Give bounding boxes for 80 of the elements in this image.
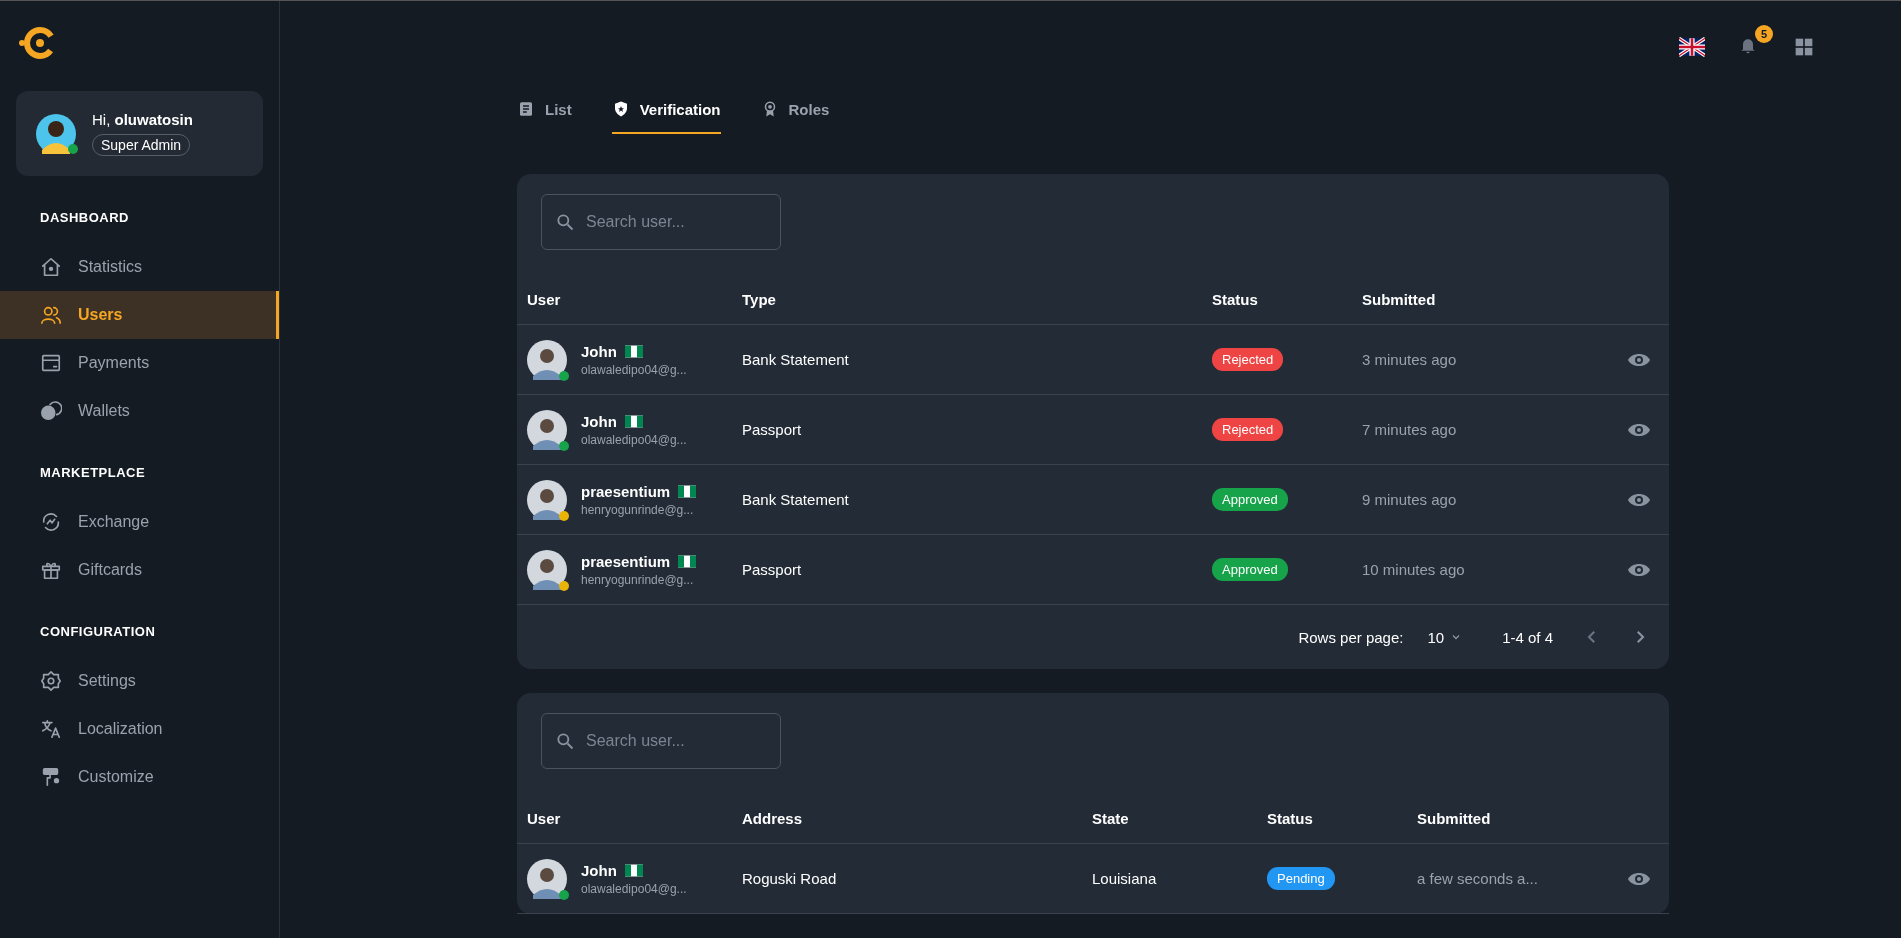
sidebar-item[interactable]: Localization bbox=[0, 705, 279, 753]
notification-badge: 5 bbox=[1755, 24, 1773, 43]
table-cell-text: Roguski Road bbox=[742, 870, 838, 887]
tab[interactable]: Verification bbox=[611, 100, 721, 134]
user-email: henryogunrinde@g... bbox=[581, 502, 695, 517]
column-header: Address bbox=[742, 809, 804, 827]
user-name: John bbox=[581, 412, 617, 430]
gear-icon bbox=[40, 670, 62, 692]
table-cell-text: Bank Statement bbox=[742, 491, 850, 508]
flag-icon bbox=[678, 484, 697, 498]
flag-icon bbox=[624, 344, 643, 358]
section-heading: MARKETPLACE bbox=[40, 464, 147, 482]
table-cell-text: Passport bbox=[742, 421, 803, 438]
search-icon bbox=[555, 731, 575, 751]
submitted-time: 7 minutes ago bbox=[1362, 421, 1458, 438]
column-header: Status bbox=[1212, 290, 1259, 308]
status-badge: Approved bbox=[1212, 558, 1288, 581]
sidebar-item[interactable]: Settings bbox=[0, 657, 279, 705]
submitted-time: a few seconds a... bbox=[1417, 870, 1539, 887]
status-badge: Approved bbox=[1212, 488, 1288, 511]
sidebar-item[interactable]: Payments bbox=[0, 339, 279, 387]
column-header: Submitted bbox=[1417, 809, 1492, 827]
column-header: State bbox=[1092, 809, 1130, 827]
document-icon bbox=[517, 100, 535, 118]
greeting-text: Hi, oluwatosin bbox=[92, 111, 193, 128]
flag-icon[interactable] bbox=[1679, 36, 1705, 57]
exchange-icon bbox=[40, 511, 62, 533]
sidebar-item[interactable]: Users bbox=[0, 291, 279, 339]
submitted-time: 9 minutes ago bbox=[1362, 491, 1458, 508]
column-header: User bbox=[527, 809, 562, 827]
user-email: olawaledipo04@g... bbox=[581, 881, 687, 896]
avatar-icon bbox=[527, 549, 567, 590]
search-icon bbox=[555, 212, 575, 232]
user-email: olawaledipo04@g... bbox=[581, 362, 687, 377]
tab[interactable]: Roles bbox=[760, 100, 830, 134]
column-header: Status bbox=[1267, 809, 1314, 827]
sidebar-item[interactable]: Exchange bbox=[0, 498, 279, 546]
flag-icon bbox=[624, 414, 643, 428]
avatar-icon bbox=[36, 113, 76, 154]
tab[interactable]: List bbox=[517, 100, 572, 134]
submitted-time: 10 minutes ago bbox=[1362, 561, 1466, 578]
column-header: Submitted bbox=[1362, 290, 1437, 308]
submitted-time: 3 minutes ago bbox=[1362, 351, 1458, 368]
sidebar-item[interactable]: Customize bbox=[0, 753, 279, 801]
table-cell-text: Louisiana bbox=[1092, 870, 1158, 887]
user-email: henryogunrinde@g... bbox=[581, 572, 695, 587]
home-icon bbox=[40, 256, 62, 278]
flag-icon bbox=[678, 554, 697, 568]
search-field[interactable]: Search user... bbox=[541, 713, 781, 769]
sidebar-item[interactable]: Wallets bbox=[0, 387, 279, 435]
translate-icon bbox=[40, 718, 62, 740]
status-badge: Rejected bbox=[1212, 348, 1284, 371]
user-name: praesentium bbox=[581, 482, 671, 500]
user-email: olawaledipo04@g... bbox=[581, 432, 687, 447]
search-field[interactable]: Search user... bbox=[541, 194, 781, 250]
status-badge: Pending bbox=[1267, 867, 1335, 890]
users-icon bbox=[40, 304, 62, 326]
sidebar-item[interactable]: Giftcards bbox=[0, 546, 279, 594]
section-heading: DASHBOARD bbox=[40, 209, 130, 227]
coins-icon bbox=[40, 400, 62, 422]
user-name: praesentium bbox=[581, 552, 671, 570]
user-name: John bbox=[581, 342, 617, 360]
page-range: 1-4 of 4 bbox=[1502, 628, 1553, 646]
paint-icon bbox=[40, 766, 62, 788]
status-badge: Rejected bbox=[1212, 418, 1284, 441]
avatar-icon bbox=[527, 339, 567, 380]
card-icon bbox=[40, 352, 62, 374]
rows-per-page-label: Rows per page: bbox=[1298, 628, 1404, 646]
column-header: Type bbox=[742, 290, 777, 308]
column-header: User bbox=[527, 290, 562, 308]
flag-icon bbox=[624, 863, 643, 877]
section-heading: CONFIGURATION bbox=[40, 623, 157, 641]
avatar-icon bbox=[527, 479, 567, 520]
table-cell-text: Passport bbox=[742, 561, 803, 578]
table-cell-text: Bank Statement bbox=[742, 351, 850, 368]
avatar-icon bbox=[527, 858, 567, 899]
user-name: John bbox=[581, 861, 617, 879]
rows-per-page-select[interactable]: 10 bbox=[1421, 627, 1469, 647]
avatar-icon bbox=[527, 409, 567, 450]
sidebar-item[interactable]: Statistics bbox=[0, 243, 279, 291]
